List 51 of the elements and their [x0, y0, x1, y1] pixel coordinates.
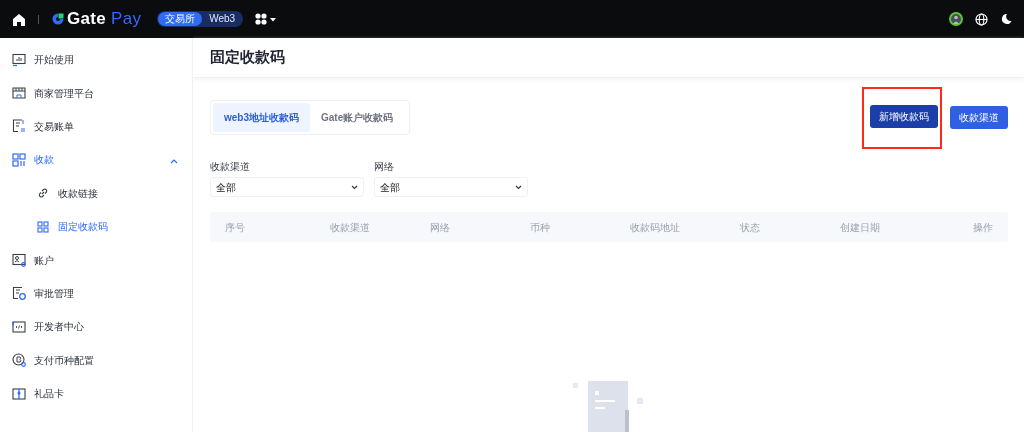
sidebar-item[interactable]: 审批管理: [0, 276, 192, 311]
apps-menu-icon[interactable]: [255, 12, 278, 25]
id-card-icon: [12, 253, 26, 268]
add-code-button[interactable]: 新增收款码: [870, 104, 938, 128]
tab[interactable]: web3地址收款码: [213, 103, 310, 132]
sidebar-item[interactable]: 账户: [0, 243, 192, 277]
sidebar-subitem[interactable]: 固定收款码: [0, 209, 192, 244]
document-icon: [12, 119, 26, 134]
page-title: 固定收款码: [193, 38, 1024, 78]
column-header: 序号: [225, 220, 246, 235]
sidebar-item[interactable]: 商家管理平台: [0, 76, 192, 110]
avatar-icon[interactable]: [949, 12, 963, 26]
qr-code-icon: [36, 219, 50, 234]
sidebar-item[interactable]: 开始使用: [0, 43, 192, 77]
select-field[interactable]: 全部: [210, 177, 364, 197]
sidebar-item[interactable]: 礼品卡: [0, 376, 192, 411]
code-window-icon: [12, 319, 26, 334]
switch-option[interactable]: Web3: [202, 12, 243, 26]
chevron-down-icon: [351, 184, 358, 190]
link-icon: [36, 186, 50, 201]
column-header: 操作: [973, 220, 993, 235]
select-field[interactable]: 全部: [374, 177, 528, 197]
switch-option[interactable]: 交易所: [158, 12, 203, 26]
sidebar-item[interactable]: 交易账单: [0, 109, 192, 144]
logo-text: Gate Pay: [67, 8, 142, 31]
home-icon[interactable]: [12, 12, 26, 26]
column-header: 币种: [530, 220, 551, 235]
tab[interactable]: Gate账户收款码: [310, 103, 405, 132]
column-header: 收款渠道: [330, 220, 371, 235]
logo-icon: [51, 12, 65, 26]
sidebar-item[interactable]: 支付币种配置: [0, 343, 192, 377]
coin-icon: [12, 353, 26, 368]
column-header: 创建日期: [840, 220, 881, 235]
sidebar-item[interactable]: 收款: [0, 143, 192, 177]
column-header: 状态: [740, 220, 761, 235]
column-header: 网络: [430, 220, 451, 235]
chevron-up-icon[interactable]: [170, 157, 178, 164]
filter-label: 网络: [374, 160, 395, 174]
sidebar-subitem[interactable]: 收款链接: [0, 176, 192, 210]
globe-icon[interactable]: [975, 12, 988, 26]
document-clock-icon: [12, 286, 26, 301]
filter-label: 收款渠道: [210, 160, 251, 174]
monitor-icon: [12, 52, 26, 67]
storefront-icon: [12, 86, 26, 101]
channel-button[interactable]: 收款渠道: [950, 106, 1008, 129]
grid-icon: [12, 152, 26, 167]
card-icon: [12, 386, 26, 401]
sidebar-item[interactable]: 开发者中心: [0, 310, 192, 344]
chevron-down-icon: [515, 184, 522, 190]
moon-icon[interactable]: [1000, 13, 1012, 25]
column-header: 收款码地址: [630, 220, 681, 235]
